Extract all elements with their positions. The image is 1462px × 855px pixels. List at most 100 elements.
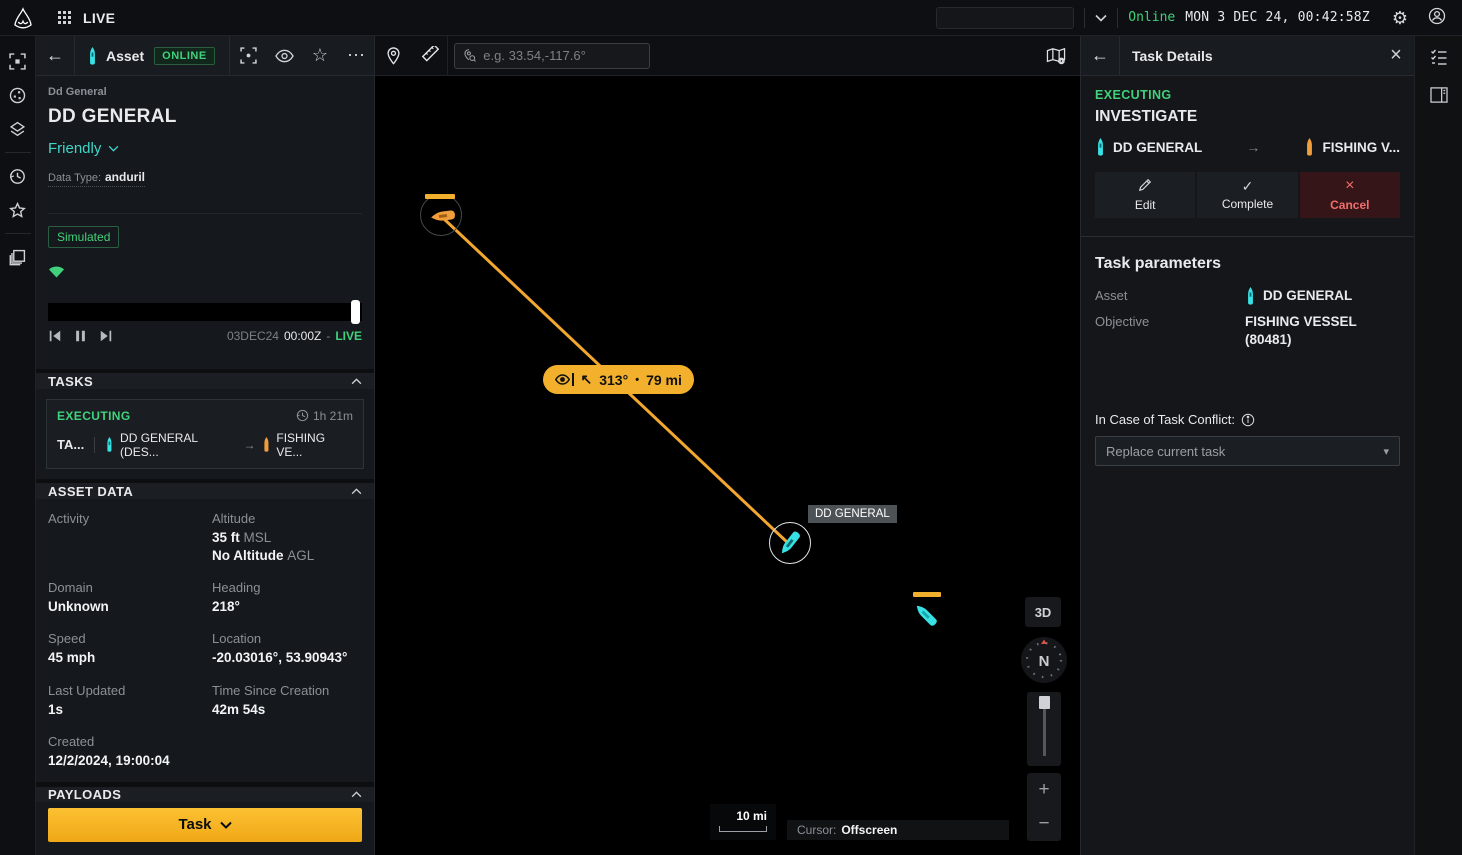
panel-title: Task Details bbox=[1132, 48, 1213, 64]
cancel-task-button[interactable]: × Cancel bbox=[1300, 172, 1400, 218]
cursor-readout: Cursor: Offscreen bbox=[787, 820, 1009, 840]
zoom-out-button[interactable]: − bbox=[1038, 813, 1049, 835]
close-icon: × bbox=[1345, 178, 1354, 194]
center-map-icon[interactable] bbox=[4, 46, 32, 76]
back-button[interactable]: ← bbox=[36, 36, 74, 75]
pencil-icon bbox=[1138, 178, 1152, 194]
task-button[interactable]: Task bbox=[48, 808, 362, 842]
zoom-in-button[interactable]: + bbox=[1038, 779, 1049, 801]
favorite-star-icon[interactable]: ☆ bbox=[302, 36, 338, 75]
account-icon[interactable] bbox=[1428, 7, 1446, 29]
arrow-northwest-icon: ↖ bbox=[581, 371, 593, 388]
task-button-container: Task bbox=[36, 802, 374, 855]
param-objective-value: FISHING VESSEL (80481) bbox=[1245, 313, 1375, 348]
task-asset-name: DD GENERAL bbox=[1113, 140, 1202, 155]
divider bbox=[1117, 8, 1118, 28]
skip-to-start-button[interactable] bbox=[48, 329, 62, 343]
zoom-buttons: + − bbox=[1027, 773, 1061, 841]
coordinate-search-input[interactable] bbox=[483, 48, 641, 63]
chevron-down-icon[interactable] bbox=[1095, 10, 1107, 26]
task-objective-name: FISHING V... bbox=[1322, 140, 1400, 155]
divider bbox=[1081, 236, 1414, 237]
entities-icon[interactable] bbox=[4, 80, 32, 110]
complete-task-button[interactable]: ✓ Complete bbox=[1197, 172, 1297, 218]
settings-gear-icon[interactable]: ⚙ bbox=[1392, 9, 1408, 27]
zoom-slider-handle[interactable] bbox=[1039, 696, 1050, 709]
right-icon-rail bbox=[1414, 36, 1462, 855]
asset-data-section-header[interactable]: ASSET DATA bbox=[36, 483, 374, 498]
timeline-scrubber[interactable] bbox=[48, 303, 362, 321]
compass-control[interactable]: N bbox=[1021, 637, 1067, 683]
task-status: EXECUTING bbox=[1095, 88, 1400, 102]
field-activity: Activity bbox=[48, 511, 212, 565]
arrow-right-icon: → bbox=[244, 438, 256, 452]
bearing-range-pill[interactable]: ↖ 313° • 79 mi bbox=[543, 365, 694, 394]
app-grid-icon[interactable] bbox=[58, 11, 71, 24]
friendly-vessel-icon bbox=[1095, 138, 1106, 156]
measure-ruler-icon[interactable] bbox=[411, 36, 447, 75]
chevron-down-icon bbox=[108, 145, 119, 152]
back-button[interactable]: ← bbox=[1081, 36, 1119, 75]
map-settings-icon[interactable] bbox=[1038, 36, 1074, 75]
side-panel-layout-icon[interactable] bbox=[1430, 87, 1448, 106]
divider bbox=[1084, 8, 1085, 28]
bearing-value: 313° bbox=[599, 372, 628, 388]
chevron-up-icon bbox=[351, 378, 362, 385]
chevron-down-icon bbox=[220, 821, 232, 829]
history-icon[interactable] bbox=[4, 161, 32, 191]
check-icon: ✓ bbox=[1242, 179, 1254, 193]
objective-vessel-icon[interactable] bbox=[426, 204, 460, 228]
task-type: INVESTIGATE bbox=[1095, 108, 1400, 126]
drop-pin-icon[interactable] bbox=[375, 36, 411, 75]
windows-icon[interactable] bbox=[4, 242, 32, 272]
playback-time: 00:00Z bbox=[284, 329, 321, 343]
tasks-section-body: EXECUTING 1h 21m TA... DD GENERAL (DES..… bbox=[36, 389, 374, 479]
conflict-policy-select[interactable]: Replace current task ▾ bbox=[1095, 436, 1400, 466]
duration-clock-icon bbox=[296, 409, 309, 422]
divider bbox=[5, 233, 31, 234]
zoom-slider[interactable] bbox=[1027, 692, 1061, 766]
field-created: Created 12/2/2024, 19:00:04 bbox=[48, 734, 212, 770]
payloads-section-header[interactable]: PAYLOADS bbox=[36, 787, 374, 802]
tasks-section-header[interactable]: TASKS bbox=[36, 373, 374, 388]
edit-task-button[interactable]: Edit bbox=[1095, 172, 1195, 218]
more-options-icon[interactable]: ⋯ bbox=[338, 36, 374, 75]
map-canvas[interactable]: ↖ 313° • 79 mi DD GENERAL 3D bbox=[375, 36, 1080, 855]
conflict-policy-value: Replace current task bbox=[1106, 444, 1225, 459]
task-asset-name: DD GENERAL (DES... bbox=[120, 431, 237, 459]
task-panel-header: ← Task Details × bbox=[1081, 36, 1414, 76]
info-icon[interactable] bbox=[1241, 413, 1255, 427]
affiliation-dropdown[interactable]: Friendly bbox=[48, 140, 362, 157]
favorites-star-icon[interactable] bbox=[4, 195, 32, 225]
live-indicator[interactable]: LIVE bbox=[335, 329, 362, 343]
layers-icon[interactable] bbox=[4, 114, 32, 144]
map-3d-toggle[interactable]: 3D bbox=[1025, 597, 1061, 627]
coordinate-search[interactable] bbox=[454, 43, 650, 69]
checklist-icon[interactable] bbox=[1430, 48, 1448, 69]
task-duration: 1h 21m bbox=[313, 409, 353, 423]
friendly-vessel-icon[interactable] bbox=[911, 600, 941, 630]
friendly-vessel-icon bbox=[105, 437, 114, 452]
divider bbox=[1119, 36, 1120, 75]
asset-summary: Dd General DD GENERAL Friendly Data Type… bbox=[36, 76, 374, 369]
task-objective-name: FISHING VE... bbox=[276, 431, 353, 459]
cursor-value: Offscreen bbox=[841, 823, 897, 837]
focus-on-entity-icon[interactable] bbox=[230, 36, 266, 75]
watch-eye-icon[interactable] bbox=[266, 36, 302, 75]
playback-date: 03DEC24 bbox=[227, 329, 279, 343]
task-actions: Edit ✓ Complete × Cancel bbox=[1095, 172, 1400, 218]
search-pin-icon bbox=[463, 48, 476, 63]
asset-data-section-title: ASSET DATA bbox=[48, 484, 133, 499]
close-icon[interactable]: × bbox=[1378, 36, 1414, 75]
vessel-selection-bar bbox=[913, 592, 941, 597]
asset-vessel-icon[interactable] bbox=[775, 528, 805, 558]
pause-button[interactable] bbox=[74, 329, 87, 343]
scale-label: 10 mi bbox=[719, 809, 767, 823]
skip-to-live-button[interactable] bbox=[99, 329, 113, 343]
task-card[interactable]: EXECUTING 1h 21m TA... DD GENERAL (DES..… bbox=[46, 399, 364, 469]
asset-map-label[interactable]: DD GENERAL bbox=[808, 505, 897, 523]
global-search-input[interactable] bbox=[936, 7, 1074, 29]
scrubber-handle[interactable] bbox=[351, 300, 360, 324]
asset-title: DD GENERAL bbox=[48, 106, 362, 128]
sensor-eye-icon bbox=[555, 374, 570, 385]
